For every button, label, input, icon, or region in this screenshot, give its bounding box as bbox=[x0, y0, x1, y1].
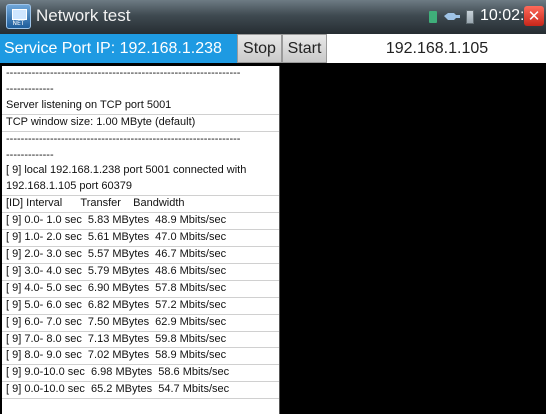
log-line: [ 9] 4.0- 5.0 sec 6.90 MBytes 57.8 Mbits… bbox=[2, 281, 279, 298]
log-line: [ 9] 8.0- 9.0 sec 7.02 MBytes 58.9 Mbits… bbox=[2, 348, 279, 366]
client-ip-field[interactable]: 192.168.1.105 bbox=[328, 34, 546, 63]
toolbar: Service Port IP: 192.168.1.238 Stop Star… bbox=[0, 34, 546, 63]
log-line: [ 9] 5.0- 6.0 sec 6.82 MBytes 57.2 Mbits… bbox=[2, 298, 279, 315]
log-line: [ID] Interval Transfer Bandwidth bbox=[2, 196, 279, 214]
log-line: [ 9] 2.0- 3.0 sec 5.57 MBytes 46.7 Mbits… bbox=[2, 247, 279, 264]
sim-icon bbox=[429, 11, 437, 23]
title-bar: NET Network test 10:02:23 PM ✕ bbox=[0, 0, 546, 34]
log-list: ----------------------------------------… bbox=[2, 66, 279, 400]
network-app-icon: NET bbox=[6, 4, 31, 29]
log-line: TCP window size: 1.00 MByte (default) bbox=[2, 115, 279, 132]
iperf-log-panel[interactable]: ----------------------------------------… bbox=[2, 66, 279, 414]
stop-button[interactable]: Stop bbox=[237, 34, 282, 63]
log-line: ----------------------------------------… bbox=[6, 67, 241, 79]
log-line: ------------- bbox=[6, 82, 54, 95]
log-line: [ 9] 3.0- 4.0 sec 5.79 MBytes 48.6 Mbits… bbox=[2, 264, 279, 281]
log-line: ------------- bbox=[6, 148, 54, 161]
close-icon[interactable]: ✕ bbox=[524, 6, 544, 26]
app-icon-label: NET bbox=[12, 20, 25, 27]
log-line: [ 9] local 192.168.1.238 port 5001 conne… bbox=[6, 164, 247, 177]
log-line: Server listening on TCP port 5001 bbox=[2, 98, 279, 115]
app-window: NET Network test 10:02:23 PM ✕ Service P… bbox=[0, 0, 546, 414]
log-line: [ 9] 0.0-10.0 sec 65.2 MBytes 54.7 Mbits… bbox=[2, 382, 279, 400]
app-title: Network test bbox=[36, 6, 131, 25]
monitor-glyph bbox=[12, 9, 27, 20]
log-line: [ 9] 7.0- 8.0 sec 7.13 MBytes 59.8 Mbits… bbox=[2, 332, 279, 349]
service-port-ip-label: Service Port IP: 192.168.1.238 bbox=[0, 34, 237, 63]
usb-icon bbox=[444, 13, 460, 20]
start-button[interactable]: Start bbox=[282, 34, 327, 63]
log-line: [ 9] 1.0- 2.0 sec 5.61 MBytes 47.0 Mbits… bbox=[2, 230, 279, 247]
log-line: 192.168.1.105 port 60379 bbox=[2, 179, 279, 197]
log-line: [ 9] 6.0- 7.0 sec 7.50 MBytes 62.9 Mbits… bbox=[2, 315, 279, 332]
panel-divider bbox=[279, 66, 280, 414]
log-line: [ 9] 0.0- 1.0 sec 5.83 MBytes 48.9 Mbits… bbox=[2, 213, 279, 231]
battery-icon bbox=[466, 10, 474, 24]
log-line: [ 9] 9.0-10.0 sec 6.98 MBytes 58.6 Mbits… bbox=[2, 365, 279, 383]
log-line: ----------------------------------------… bbox=[6, 132, 241, 145]
